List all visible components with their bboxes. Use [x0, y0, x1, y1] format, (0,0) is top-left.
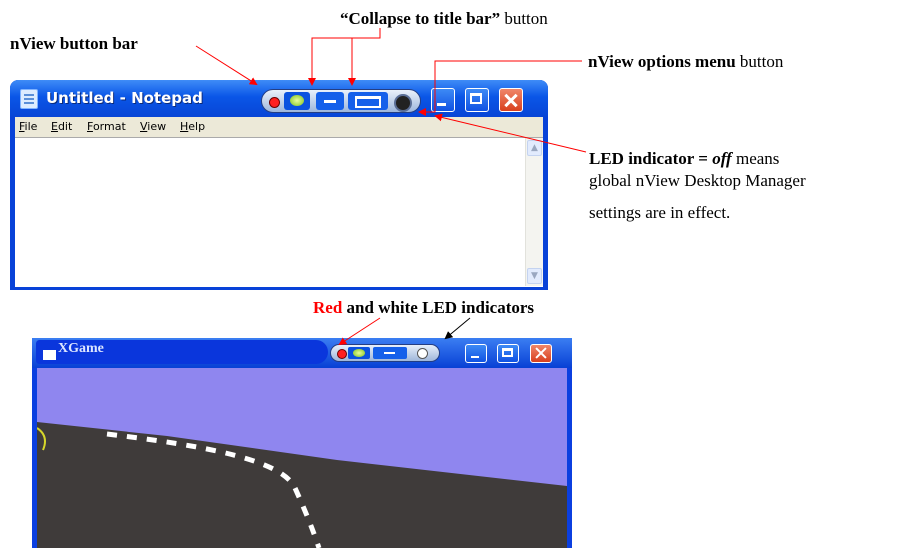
annotation-arrows — [195, 28, 587, 346]
options-arrow — [418, 60, 582, 116]
led-off-arrow — [434, 113, 587, 153]
white-led-arrow — [444, 317, 471, 340]
collapse-arrow — [308, 28, 381, 86]
red-led-arrow — [338, 317, 381, 346]
button-bar-arrow — [195, 45, 258, 86]
